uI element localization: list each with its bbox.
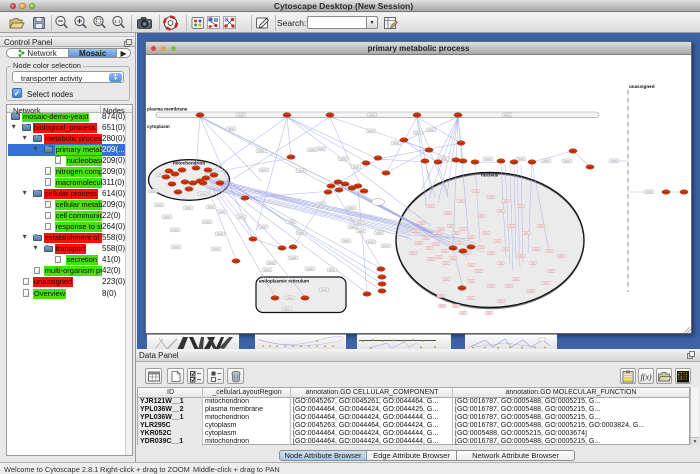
svg-text:plasma membrane: plasma membrane: [147, 107, 188, 112]
svg-text:unassigned: unassigned: [629, 84, 655, 89]
svg-text:1:1: 1:1: [114, 19, 121, 24]
svg-text:mitochondrion: mitochondrion: [173, 161, 205, 166]
svg-text:nucleus: nucleus: [481, 173, 499, 178]
svg-text:f(x): f(x): [640, 372, 651, 381]
svg-text:cytoplasm: cytoplasm: [147, 124, 170, 129]
